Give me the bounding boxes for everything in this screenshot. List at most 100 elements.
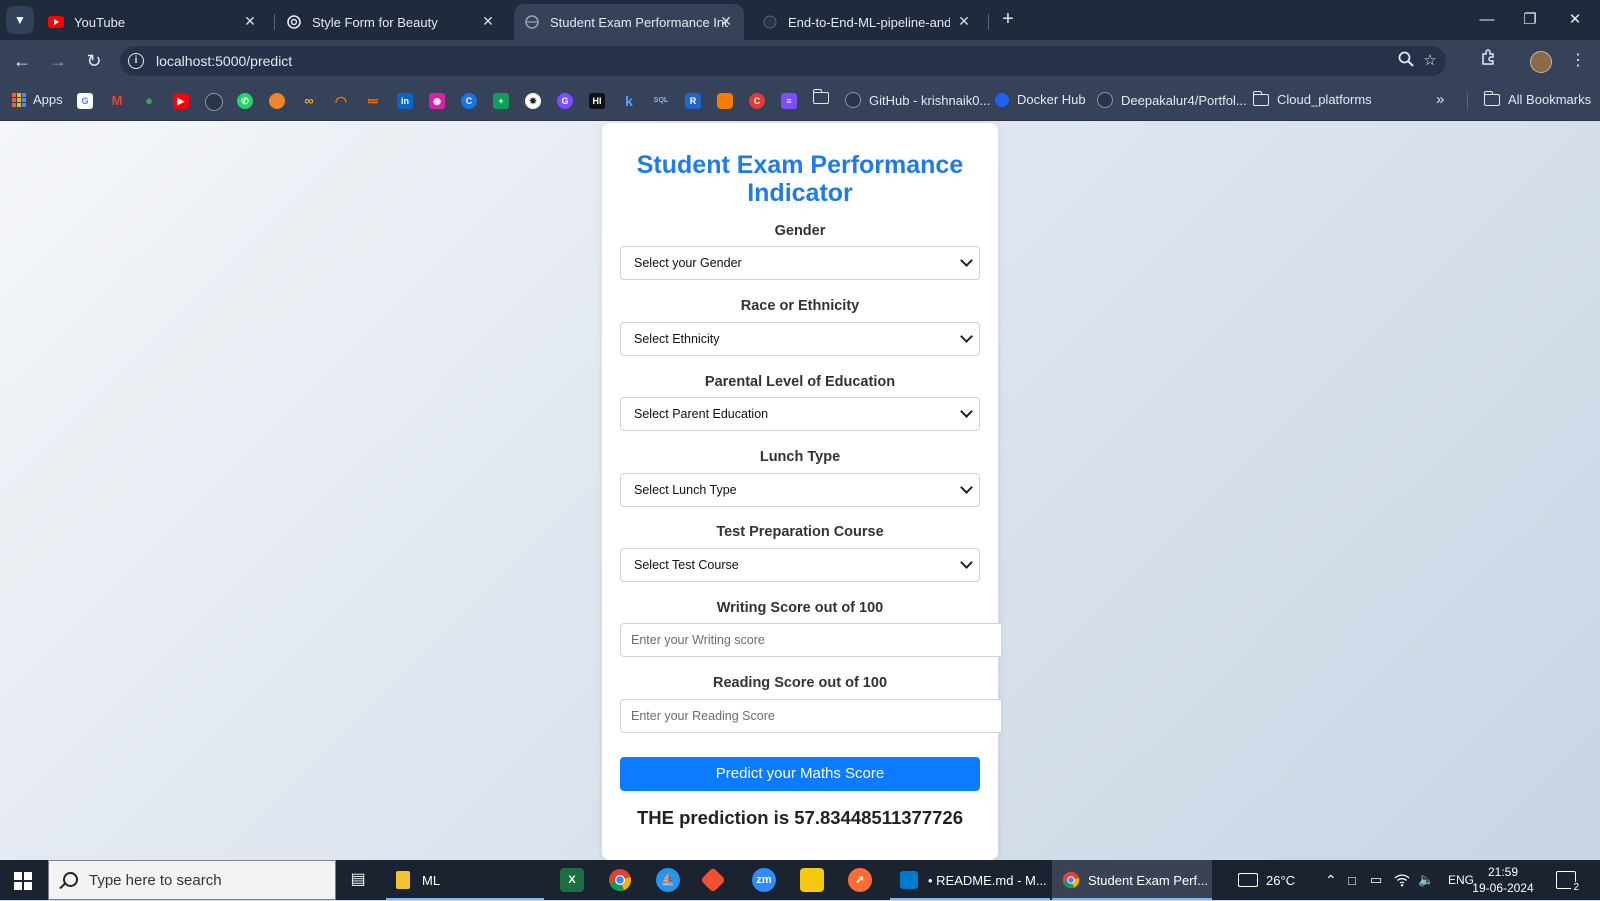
predict-button[interactable]: Predict your Maths Score	[620, 757, 980, 791]
more-bookmarks-chevron-icon[interactable]: »	[1436, 91, 1444, 108]
sheets-icon[interactable]: +	[493, 93, 509, 109]
zoom-icon[interactable]	[1396, 51, 1416, 71]
windows-start-icon[interactable]	[14, 872, 32, 890]
git-icon[interactable]	[700, 867, 726, 893]
weather-widget[interactable]: 26°C	[1238, 860, 1295, 900]
taskbar-clock[interactable]: 21:59 19-06-2024	[1468, 864, 1538, 896]
red-circle-icon[interactable]: C	[749, 93, 765, 109]
docker-icon[interactable]: ⛵	[656, 868, 680, 892]
close-window-icon[interactable]: ✕	[1560, 8, 1590, 32]
tab-close-icon[interactable]: ✕	[956, 13, 972, 30]
chrome-icon	[1062, 871, 1080, 889]
browser-toolbar: ← → ↻ i localhost:5000/predict ☆ ⋮	[0, 40, 1600, 82]
menu-kebab-icon[interactable]: ⋮	[1566, 49, 1590, 73]
taskbar-vscode[interactable]: • README.md - M...	[890, 860, 1050, 900]
lunch-type-select-value: Select Lunch Type	[634, 483, 737, 497]
openai-icon[interactable]: ✸	[525, 93, 541, 109]
lunch-type-label: Lunch Type	[759, 449, 841, 465]
c-icon[interactable]: C	[461, 93, 477, 109]
chevron-down-icon	[960, 556, 973, 569]
reading-score-label: Reading Score out of 100	[712, 675, 888, 691]
lunch-type-select[interactable]: Select Lunch Type	[620, 473, 980, 507]
chevron-down-icon	[960, 481, 973, 494]
show-hidden-icons-chevron-icon[interactable]: ⌃	[1325, 860, 1337, 900]
meet-icon[interactable]: □	[1348, 860, 1356, 900]
list-icon[interactable]: ≡	[781, 93, 797, 109]
battery-icon[interactable]: ▭	[1370, 860, 1382, 900]
folder-icon	[812, 89, 829, 104]
r-icon[interactable]: R	[685, 93, 701, 109]
address-bar[interactable]: i localhost:5000/predict ☆	[120, 46, 1446, 76]
taskbar-file-explorer[interactable]: ML	[386, 860, 544, 900]
tab-close-icon[interactable]: ✕	[242, 13, 258, 30]
writing-score-input[interactable]	[620, 623, 1002, 657]
profile-avatar[interactable]	[1530, 51, 1552, 73]
browser-tab-strip: ▼ YouTube ✕ Style Form for Beauty ✕ Stud…	[0, 0, 1600, 40]
infinity-icon[interactable]: ∞	[301, 93, 317, 109]
page-title: Student Exam Performance Indicator	[636, 151, 964, 207]
hackerrank-icon[interactable]: HI	[589, 93, 605, 109]
zoom-app-icon[interactable]: zm	[752, 868, 776, 892]
google-icon[interactable]: G	[77, 93, 93, 109]
notification-center-icon[interactable]: 2	[1556, 860, 1581, 900]
youtube-icon[interactable]: ▶	[173, 93, 189, 109]
taskbar-item-label: • README.md - M...	[928, 872, 1047, 888]
jupyter-icon[interactable]: ◠	[333, 93, 349, 109]
whatsapp-icon[interactable]: ✆	[237, 93, 253, 109]
extensions-icon[interactable]	[1476, 49, 1500, 73]
chrome-ext-icon[interactable]: G	[557, 93, 573, 109]
volume-icon[interactable]: 🔈	[1418, 860, 1434, 900]
tab-youtube[interactable]: YouTube ✕	[38, 4, 268, 40]
tab-style-form[interactable]: Style Form for Beauty ✕	[276, 4, 506, 40]
power-bi-icon[interactable]	[800, 868, 824, 892]
youtube-icon	[48, 14, 64, 30]
new-tab-plus-icon[interactable]: +	[996, 8, 1020, 32]
gender-select[interactable]: Select your Gender	[620, 246, 980, 280]
bookmark-apps[interactable]: Apps	[12, 92, 63, 107]
bookmark-docker-hub[interactable]: Docker Hub	[995, 92, 1086, 107]
orange-circle-icon[interactable]	[269, 93, 285, 109]
github-icon[interactable]	[205, 93, 223, 111]
wifi-icon[interactable]	[1394, 860, 1410, 900]
bookmark-cloud-platforms[interactable]: Cloud_platforms	[1252, 90, 1372, 107]
forward-arrow-icon[interactable]: →	[46, 49, 70, 73]
parental-education-select[interactable]: Select Parent Education	[620, 397, 980, 431]
windows-taskbar: Type here to search ▤ ML X ⛵ zm ➚ • READ…	[0, 860, 1600, 900]
bookmark-folder[interactable]	[812, 89, 837, 104]
reload-icon[interactable]: ↻	[82, 49, 106, 73]
sql-icon[interactable]: SQL	[653, 93, 669, 109]
tab-search-button[interactable]: ▼	[6, 6, 34, 34]
chrome-icon[interactable]	[608, 868, 632, 892]
k-icon[interactable]: k	[621, 93, 637, 109]
tab-divider	[988, 14, 989, 30]
shield-icon[interactable]	[717, 93, 733, 109]
minimize-icon[interactable]: —	[1472, 8, 1502, 32]
bookmark-label: Cloud_platforms	[1277, 92, 1372, 107]
postman-icon[interactable]: ➚	[848, 868, 872, 892]
bookmark-github-krishnaik[interactable]: GitHub - krishnaik0...	[845, 92, 990, 108]
gmail-icon[interactable]: M	[109, 93, 125, 109]
page-viewport: Student Exam Performance Indicator Gende…	[0, 121, 1600, 860]
ethnicity-select[interactable]: Select Ethnicity	[620, 322, 980, 356]
instagram-icon[interactable]: ◉	[429, 93, 445, 109]
tab-close-icon[interactable]: ✕	[480, 13, 496, 30]
test-prep-select[interactable]: Select Test Course	[620, 548, 980, 582]
tab-github-pipeline[interactable]: End-to-End-ML-pipeline-and-A ✕	[752, 4, 982, 40]
back-arrow-icon[interactable]: ←	[10, 49, 34, 73]
excel-icon[interactable]: X	[560, 868, 584, 892]
task-view-icon[interactable]: ▤	[346, 868, 370, 892]
taskbar-chrome-window[interactable]: Student Exam Perf...	[1052, 860, 1212, 900]
bookmark-deepakalur-portfolio[interactable]: Deepakalur4/Portfol...	[1097, 92, 1247, 108]
scatter-icon[interactable]: ≔	[365, 93, 381, 109]
maps-pin-icon[interactable]: ●	[141, 93, 157, 109]
reading-score-input[interactable]	[620, 699, 1002, 733]
url-text[interactable]: localhost:5000/predict	[156, 53, 292, 69]
bookmark-star-icon[interactable]: ☆	[1420, 51, 1440, 71]
tab-student-exam[interactable]: Student Exam Performance Indi ✕	[514, 4, 744, 40]
linkedin-icon[interactable]: in	[397, 93, 413, 109]
tab-close-icon[interactable]: ✕	[718, 13, 734, 30]
all-bookmarks[interactable]: All Bookmarks	[1483, 90, 1591, 107]
site-info-icon[interactable]: i	[128, 53, 144, 69]
restore-icon[interactable]: ❐	[1515, 8, 1545, 32]
taskbar-search-box[interactable]: Type here to search	[48, 860, 336, 900]
